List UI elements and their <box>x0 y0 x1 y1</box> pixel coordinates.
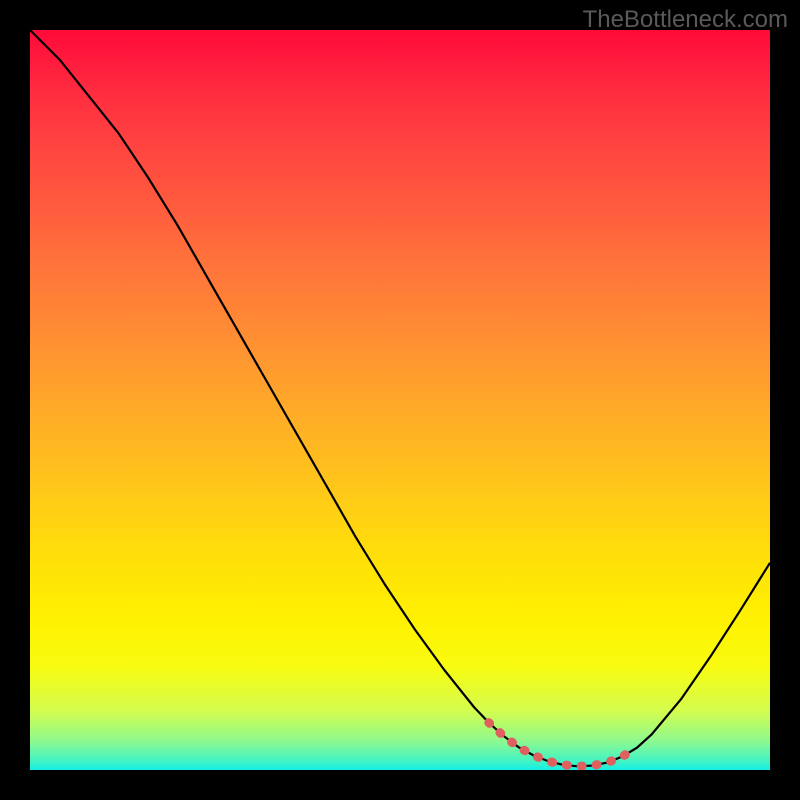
chart-plot-area <box>30 30 770 770</box>
chart-svg <box>30 30 770 770</box>
sweet-spot-marker <box>489 723 637 767</box>
watermark-text: TheBottleneck.com <box>583 6 788 34</box>
bottleneck-curve <box>30 30 770 766</box>
